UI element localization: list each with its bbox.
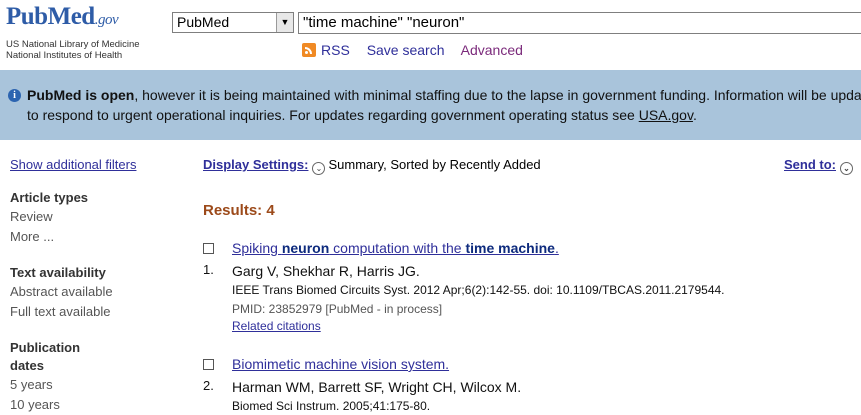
save-search-link[interactable]: Save search bbox=[367, 42, 445, 58]
banner-line-1: PubMed is open, however it is being main… bbox=[27, 87, 861, 103]
usa-gov-link[interactable]: USA.gov bbox=[639, 107, 693, 123]
result-title-link[interactable]: Biomimetic machine vision system. bbox=[232, 356, 449, 372]
filter-5-years[interactable]: 5 years bbox=[10, 375, 180, 395]
result-citation: IEEE Trans Biomed Circuits Syst. 2012 Ap… bbox=[232, 283, 725, 297]
result-number: 1. bbox=[203, 262, 214, 277]
result-authors: Garg V, Shekhar R, Harris JG. bbox=[232, 263, 420, 279]
shutdown-notice-banner: i PubMed is open, however it is being ma… bbox=[0, 70, 861, 140]
filter-review[interactable]: Review bbox=[10, 207, 180, 227]
related-citations-link[interactable]: Related citations bbox=[232, 319, 321, 333]
result-citation: Biomed Sci Instrum. 2005;41:175-80. bbox=[232, 399, 431, 413]
database-select[interactable]: PubMed ▼ bbox=[172, 12, 294, 33]
results-count: Results: 4 bbox=[203, 202, 275, 219]
result-checkbox[interactable] bbox=[203, 359, 214, 370]
filter-full-text-available[interactable]: Full text available bbox=[10, 302, 180, 322]
filter-section-text-availability: Text availability Abstract available Ful… bbox=[10, 264, 180, 322]
filter-more-article-types[interactable]: More ... bbox=[10, 227, 180, 247]
logo-wordmark: PubMed.gov bbox=[6, 3, 119, 30]
search-links: RSS Save search Advanced bbox=[302, 42, 536, 58]
result-pmid: PMID: 23852979 [PubMed - in process] bbox=[232, 302, 443, 316]
header: PubMed.gov US National Library of Medici… bbox=[0, 0, 861, 62]
filter-section-publication-dates: Publication dates 5 years 10 years bbox=[10, 339, 180, 415]
result-number: 2. bbox=[203, 378, 214, 393]
filter-section-article-types: Article types Review More ... bbox=[10, 189, 180, 247]
rss-link[interactable]: RSS bbox=[302, 42, 354, 58]
display-settings[interactable]: Display Settings: ⌄ Summary, Sorted by Rec… bbox=[203, 157, 541, 175]
banner-line-2: to respond to urgent operational inquiri… bbox=[27, 107, 697, 123]
logo-organization: US National Library of Medicine National… bbox=[6, 39, 140, 61]
chevron-down-icon: ⌄ bbox=[312, 162, 326, 175]
info-icon: i bbox=[8, 89, 21, 102]
result-authors: Harman WM, Barrett SF, Wright CH, Wilcox… bbox=[232, 379, 522, 395]
rss-icon bbox=[302, 43, 316, 57]
show-additional-filters-link[interactable]: Show additional filters bbox=[10, 157, 180, 172]
advanced-search-link[interactable]: Advanced bbox=[461, 42, 523, 58]
chevron-down-icon[interactable]: ▼ bbox=[276, 13, 293, 32]
filter-abstract-available[interactable]: Abstract available bbox=[10, 282, 180, 302]
pubmed-logo[interactable]: PubMed.gov US National Library of Medici… bbox=[6, 3, 156, 62]
send-to-menu[interactable]: Send to: ⌄ bbox=[784, 157, 856, 175]
filter-10-years[interactable]: 10 years bbox=[10, 395, 180, 415]
search-input[interactable]: "time machine" "neuron" bbox=[298, 12, 861, 34]
result-checkbox[interactable] bbox=[203, 243, 214, 254]
chevron-down-icon: ⌄ bbox=[840, 162, 853, 175]
filter-sidebar: Show additional filters Article types Re… bbox=[10, 157, 180, 415]
result-title-link[interactable]: Spiking neuron computation with the time… bbox=[232, 240, 559, 256]
